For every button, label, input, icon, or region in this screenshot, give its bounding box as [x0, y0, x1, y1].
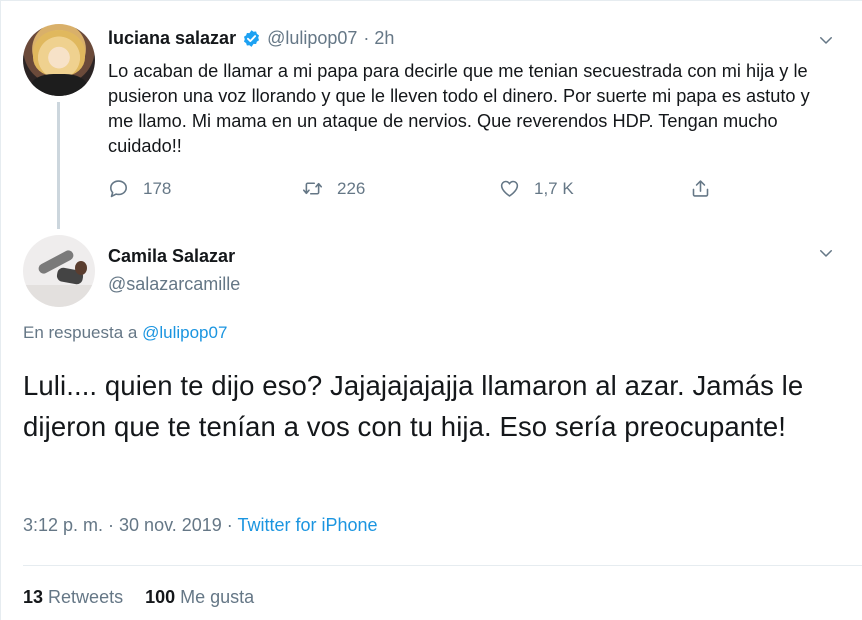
reply-context: En respuesta a @lulipop07: [23, 323, 227, 343]
author-handle[interactable]: @lulipop07: [267, 28, 357, 49]
author-name[interactable]: luciana salazar: [108, 28, 236, 49]
tweet-actions: 178 226 1,7 K: [108, 178, 728, 208]
share-icon: [692, 180, 709, 197]
tweet-stats: 13 Retweets 100 Me gusta: [23, 587, 254, 608]
parent-tweet[interactable]: luciana salazar @lulipop07 · 2h Lo acaba…: [1, 1, 862, 233]
reply-mention-link[interactable]: @lulipop07: [142, 323, 227, 342]
likes-stat[interactable]: 100 Me gusta: [145, 587, 254, 608]
verified-badge-icon: [244, 30, 260, 47]
tweet-text: Lo acaban de llamar a mi papa para decir…: [108, 61, 810, 156]
avatar[interactable]: [23, 24, 95, 96]
chevron-down-icon[interactable]: [817, 31, 835, 49]
like-button[interactable]: 1,7 K: [499, 178, 574, 199]
divider: [23, 565, 862, 566]
retweet-button[interactable]: 226: [302, 178, 365, 199]
likes-stat-count: 100: [145, 587, 176, 607]
reply-button[interactable]: 178: [108, 178, 171, 199]
reply-icon: [110, 180, 127, 198]
tweet-source-link[interactable]: Twitter for iPhone: [237, 515, 377, 535]
tweet-header: luciana salazar @lulipop07 · 2h: [108, 28, 394, 49]
retweets-stat-count: 13: [23, 587, 44, 607]
tweet-text: Luli.... quien te dijo eso? Jajajajajajj…: [23, 370, 804, 442]
share-button[interactable]: [690, 178, 711, 199]
like-count: 1,7 K: [534, 178, 574, 198]
reply-count: 178: [143, 178, 172, 198]
author-name[interactable]: Camila Salazar: [108, 246, 235, 267]
retweet-count: 226: [337, 178, 366, 198]
tweet-time[interactable]: · 2h: [363, 28, 394, 49]
retweets-stat-label: Retweets: [48, 587, 124, 607]
avatar[interactable]: [23, 235, 95, 307]
chevron-down-icon[interactable]: [817, 244, 835, 262]
tweet-meta: 3:12 p. m. · 30 nov. 2019 · Twitter for …: [23, 515, 378, 536]
tweet-thread: luciana salazar @lulipop07 · 2h Lo acaba…: [0, 0, 862, 620]
tweet-timestamp[interactable]: 3:12 p. m. · 30 nov. 2019 ·: [23, 515, 233, 535]
heart-icon: [500, 180, 519, 197]
retweet-icon: [302, 182, 323, 195]
reply-prefix: En respuesta a: [23, 323, 138, 342]
retweets-stat[interactable]: 13 Retweets: [23, 587, 123, 608]
likes-stat-label: Me gusta: [180, 587, 255, 607]
author-handle[interactable]: @salazarcamille: [108, 274, 240, 295]
thread-connector: [57, 102, 60, 229]
